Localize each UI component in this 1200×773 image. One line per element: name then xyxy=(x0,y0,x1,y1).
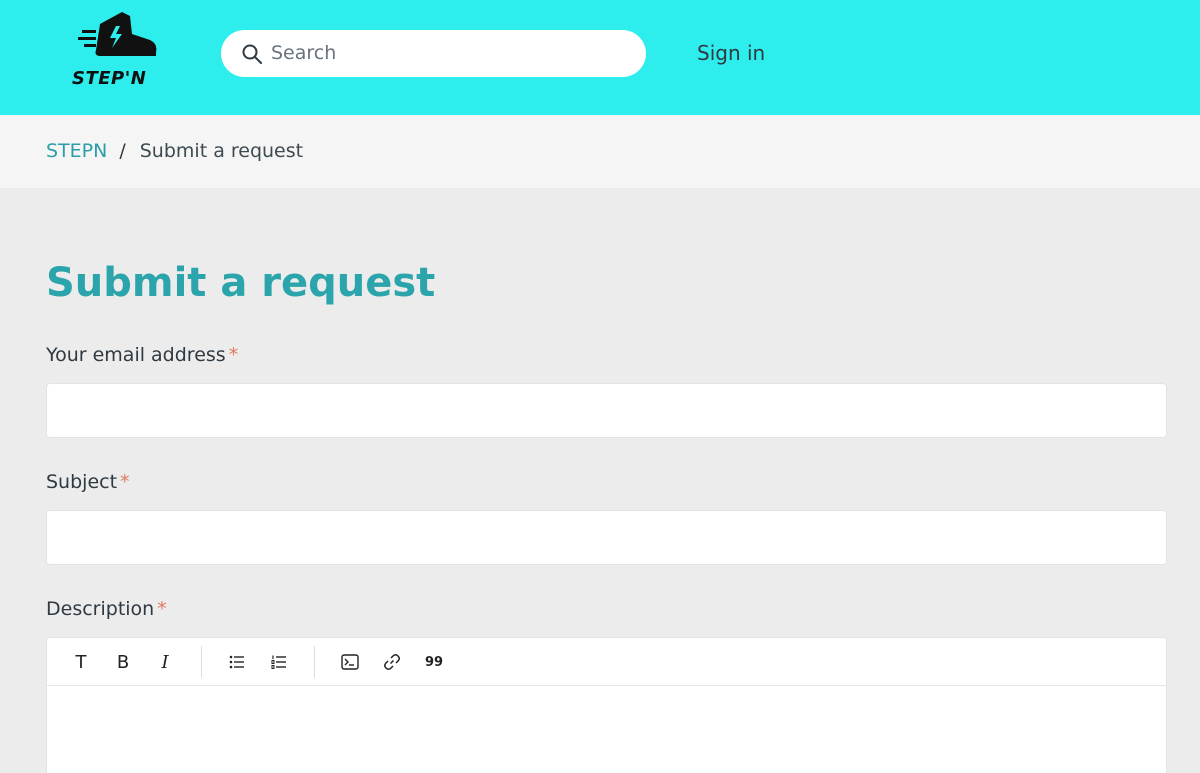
search-icon xyxy=(242,44,262,64)
breadcrumb-separator: / xyxy=(119,140,126,162)
numbered-list-icon xyxy=(271,655,286,669)
sign-in-link[interactable]: Sign in xyxy=(697,41,765,65)
toolbar-divider xyxy=(314,646,315,678)
search-input[interactable] xyxy=(271,38,621,68)
numbered-list-button[interactable] xyxy=(265,648,293,676)
site-header: STEP'N Sign in xyxy=(0,0,1200,115)
text-format-button[interactable]: T xyxy=(67,648,95,676)
description-editor[interactable]: T B I 99 xyxy=(46,637,1167,773)
bulleted-list-icon xyxy=(229,655,244,669)
required-mark: * xyxy=(157,598,167,620)
description-label: Description * xyxy=(46,598,167,620)
sneaker-icon xyxy=(78,12,157,56)
bold-button[interactable]: B xyxy=(109,648,137,676)
subject-label-text: Subject xyxy=(46,471,118,493)
terminal-icon xyxy=(341,654,359,670)
breadcrumb-root-link[interactable]: STEPN xyxy=(46,140,107,162)
link-icon xyxy=(384,654,400,670)
logo-text: STEP'N xyxy=(72,68,147,89)
italic-button[interactable]: I xyxy=(151,648,179,676)
blockquote-button[interactable]: 99 xyxy=(420,648,448,676)
subject-label: Subject * xyxy=(46,471,130,493)
required-mark: * xyxy=(120,471,130,493)
page-title: Submit a request xyxy=(46,260,436,306)
code-block-button[interactable] xyxy=(336,648,364,676)
stepn-logo[interactable]: STEP'N xyxy=(72,8,168,92)
editor-toolbar: T B I 99 xyxy=(47,638,1166,686)
toolbar-divider xyxy=(201,646,202,678)
required-mark: * xyxy=(228,344,239,366)
email-label-text: Your email address xyxy=(46,344,226,366)
description-label-text: Description xyxy=(46,598,155,620)
subject-field[interactable] xyxy=(46,510,1167,565)
email-field[interactable] xyxy=(46,383,1167,438)
search-box[interactable] xyxy=(221,30,646,77)
link-button[interactable] xyxy=(378,648,406,676)
breadcrumb: STEPN / Submit a request xyxy=(46,140,303,162)
bulleted-list-button[interactable] xyxy=(223,648,251,676)
email-label: Your email address * xyxy=(46,344,238,366)
breadcrumb-current: Submit a request xyxy=(139,140,304,162)
